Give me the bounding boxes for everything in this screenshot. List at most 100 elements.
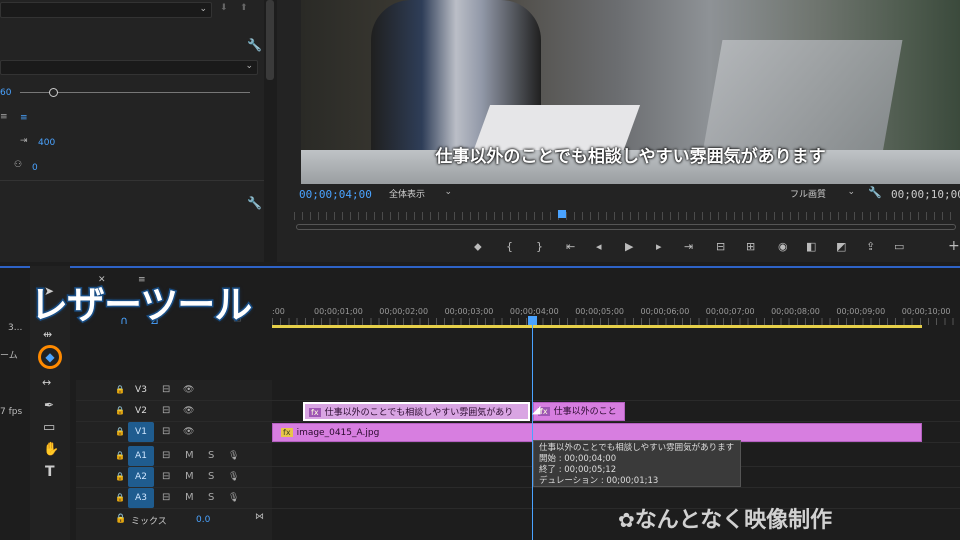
- lift-icon[interactable]: ⊟: [716, 240, 725, 253]
- camera-icon[interactable]: ◉: [778, 240, 788, 253]
- razor-tool-icon[interactable]: ◆: [38, 345, 62, 369]
- sync-lock-icon[interactable]: ⊟: [162, 380, 170, 400]
- value-0[interactable]: 0: [32, 163, 38, 173]
- ruler-tick-label: 00;00;06;00: [640, 307, 690, 316]
- ruler-tick-label: 00;00;01;00: [314, 307, 363, 316]
- v1-clip-label: image_0415_A.jpg: [296, 428, 380, 438]
- track-name-a2[interactable]: A2: [128, 467, 154, 487]
- value-400[interactable]: 400: [38, 138, 55, 148]
- settings-wrench-icon[interactable]: 🔧: [868, 186, 882, 199]
- eye-icon[interactable]: 👁: [183, 401, 194, 421]
- go-to-in-icon[interactable]: ⇤: [566, 240, 575, 253]
- sync-lock-icon[interactable]: ⊟: [162, 446, 170, 466]
- monitor-playhead[interactable]: [558, 210, 566, 218]
- play-icon[interactable]: ▶: [625, 240, 633, 253]
- divider: [0, 180, 264, 181]
- eye-icon[interactable]: 👁: [183, 380, 194, 400]
- track-name-a1[interactable]: A1: [128, 446, 154, 466]
- chevron-down-icon: ⌄: [444, 187, 452, 197]
- slip-tool-icon[interactable]: ↔: [42, 376, 51, 389]
- solo-button[interactable]: S: [208, 488, 214, 508]
- current-timecode[interactable]: 00;00;04;00: [299, 188, 372, 201]
- truncated-label-3: 3...: [8, 323, 23, 333]
- mute-button[interactable]: M: [185, 488, 194, 508]
- work-area-bar[interactable]: [272, 325, 922, 328]
- second-dropdown[interactable]: ⌄: [0, 60, 258, 75]
- value-60[interactable]: 60: [0, 88, 11, 98]
- track-name-v3[interactable]: V3: [128, 380, 154, 400]
- tooltip-end: 終了 : 00;00;05;12: [539, 465, 617, 475]
- ripple-edit-tool-icon[interactable]: ⇹: [43, 328, 52, 341]
- lock-icon[interactable]: 🔒: [115, 380, 125, 400]
- zoom-select[interactable]: 全体表示 ⌄: [384, 187, 456, 201]
- ruler-start-label: :00: [272, 307, 285, 316]
- v2-clip-right[interactable]: fx 仕事以外のこと: [533, 402, 625, 421]
- wrench-icon[interactable]: 🔧: [247, 38, 262, 52]
- solo-button[interactable]: S: [208, 467, 214, 487]
- mix-end-icon[interactable]: ⋈: [255, 512, 264, 522]
- razor-cursor-icon: ◢: [532, 403, 541, 416]
- v2-clip-left[interactable]: fx 仕事以外のことでも相談しやすい雰囲気があり: [303, 402, 530, 421]
- microphone-icon[interactable]: 🎙: [228, 446, 239, 466]
- mute-button[interactable]: M: [185, 467, 194, 487]
- lock-icon[interactable]: 🔒: [115, 467, 125, 487]
- arrow-up-icon[interactable]: ⬆: [240, 3, 248, 13]
- wrench-icon[interactable]: 🔧: [247, 196, 262, 210]
- eye-icon[interactable]: 👁: [183, 422, 194, 442]
- quality-select[interactable]: フル画質 ⌄: [786, 187, 858, 201]
- go-to-out-icon[interactable]: ⇥: [684, 240, 693, 253]
- sync-lock-icon[interactable]: ⊟: [162, 488, 170, 508]
- lock-icon[interactable]: 🔒: [115, 488, 125, 508]
- overlay-icon[interactable]: ◧: [806, 240, 816, 253]
- safe-margins-icon[interactable]: ▭: [894, 240, 904, 253]
- in-point-icon[interactable]: {: [506, 240, 513, 253]
- rectangle-tool-icon[interactable]: ▭: [43, 420, 55, 435]
- export-frame-icon[interactable]: ⇪: [866, 240, 875, 253]
- step-back-icon[interactable]: ◂: [596, 240, 602, 253]
- sync-lock-icon[interactable]: ⊟: [162, 467, 170, 487]
- fx-badge: fx: [309, 408, 321, 417]
- extract-icon[interactable]: ⊞: [746, 240, 755, 253]
- type-tool-icon[interactable]: T: [45, 464, 55, 480]
- v2-clip-right-label: 仕事以外のこと: [553, 407, 617, 417]
- microphone-icon[interactable]: 🎙: [228, 488, 239, 508]
- v2-clip-left-label: 仕事以外のことでも相談しやすい雰囲気があり: [324, 408, 514, 418]
- step-forward-icon[interactable]: ▸: [656, 240, 662, 253]
- mute-button[interactable]: M: [185, 446, 194, 466]
- duration-timecode: 00;00;10;00: [891, 188, 960, 201]
- mix-value[interactable]: 0.0: [196, 515, 210, 525]
- hand-tool-icon[interactable]: ✋: [43, 442, 59, 457]
- compare-icon[interactable]: ◩: [836, 240, 846, 253]
- align-icon[interactable]: ≡: [0, 112, 8, 122]
- tooltip-title: 仕事以外のことでも相談しやすい雰囲気があります: [539, 443, 735, 453]
- monitor-ruler[interactable]: [294, 212, 954, 220]
- lock-icon[interactable]: 🔒: [115, 514, 126, 524]
- solo-button[interactable]: S: [208, 446, 214, 466]
- sync-lock-icon[interactable]: ⊟: [162, 401, 170, 421]
- arrow-down-icon[interactable]: ⬇: [220, 3, 228, 13]
- timeline-playhead[interactable]: [532, 316, 533, 540]
- baseline-icon: ⚇: [14, 160, 23, 170]
- microphone-icon[interactable]: 🎙: [228, 467, 239, 487]
- left-scrollbar[interactable]: [266, 0, 274, 80]
- tooltip-duration: デュレーション : 00;00;01;13: [539, 476, 659, 486]
- track-name-v2[interactable]: V2: [128, 401, 154, 421]
- lock-icon[interactable]: 🔒: [115, 422, 125, 442]
- sync-lock-icon[interactable]: ⊟: [162, 422, 170, 442]
- slider-handle[interactable]: [49, 88, 58, 97]
- align-active-icon[interactable]: ≡: [20, 113, 28, 123]
- track-name-a3[interactable]: A3: [128, 488, 154, 508]
- out-point-icon[interactable]: }: [536, 240, 543, 253]
- timeline-playhead-handle[interactable]: [528, 316, 537, 325]
- marker-icon[interactable]: ⬥: [474, 240, 482, 254]
- lock-icon[interactable]: 🔒: [115, 446, 125, 466]
- ruler-tick-label: 00;00;05;00: [575, 307, 624, 316]
- top-dropdown[interactable]: ⌄: [0, 2, 212, 18]
- ruler-tick-label: 00;00;10;00: [901, 307, 951, 316]
- ruler-tick-label: 00;00;08;00: [771, 307, 820, 316]
- lock-icon[interactable]: 🔒: [115, 401, 125, 421]
- pen-tool-icon[interactable]: ✒: [44, 398, 54, 412]
- add-button-icon[interactable]: +: [948, 238, 960, 254]
- monitor-scrollbar[interactable]: [296, 224, 956, 230]
- track-name-v1[interactable]: V1: [128, 422, 154, 442]
